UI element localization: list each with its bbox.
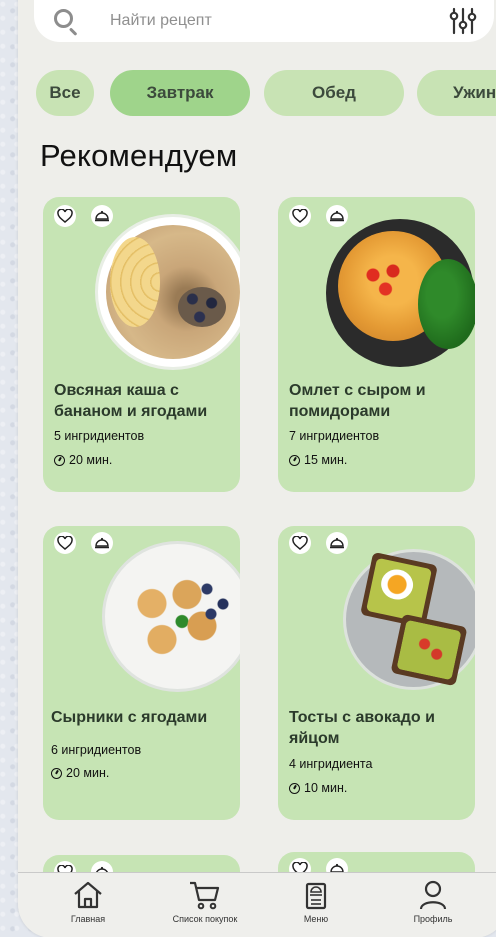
shopping-cart-icon: [190, 881, 220, 910]
recipe-title: Овсяная каша с бананом и ягодами: [54, 382, 208, 420]
home-icon: [74, 881, 102, 909]
cloche-icon[interactable]: [91, 205, 113, 227]
nav-home[interactable]: Главная: [43, 879, 133, 924]
clock-icon: [289, 782, 300, 794]
recipe-time: 20 мин.: [51, 766, 109, 780]
heart-icon[interactable]: [289, 205, 311, 227]
recipe-card[interactable]: Овсяная каша с бананом и ягодами 5 ингри…: [43, 197, 240, 492]
recipe-title: Омлет с сыром и помидорами: [289, 382, 426, 420]
recipe-time: 10 мин.: [289, 781, 347, 795]
recipe-title: Сырники с ягодами: [51, 709, 208, 726]
bottom-navigation: Главная Список покупок Меню Профиль: [18, 872, 496, 937]
chip-all[interactable]: Все: [36, 70, 94, 116]
recipe-title: Тосты с авокадо и яйцом: [289, 709, 435, 747]
cloche-icon[interactable]: [326, 532, 348, 554]
clock-icon: [51, 767, 62, 779]
nav-menu[interactable]: Меню: [271, 879, 361, 924]
recipe-ingredients: 7 ингридиентов: [289, 429, 380, 443]
search-bar[interactable]: [34, 0, 494, 42]
recipe-ingredients: 5 ингридиентов: [54, 429, 145, 443]
recipe-time: 15 мин.: [289, 453, 347, 467]
nav-home-label: Главная: [70, 914, 106, 924]
cloche-icon[interactable]: [91, 532, 113, 554]
chip-lunch[interactable]: Обед: [264, 70, 404, 116]
nav-shopping-list[interactable]: Список покупок: [160, 879, 250, 924]
user-icon: [419, 880, 447, 910]
nav-menu-label: Меню: [303, 914, 329, 924]
heart-icon[interactable]: [54, 532, 76, 554]
oatmeal-image: [98, 217, 240, 367]
app-screen: Все Завтрак Обед Ужин Рекомендуем Овсяна…: [18, 0, 496, 937]
syrniki-image: [105, 544, 240, 689]
omelette-image: [326, 219, 475, 367]
cloche-icon[interactable]: [326, 205, 348, 227]
clock-icon: [289, 454, 300, 466]
filter-sliders-icon[interactable]: [448, 6, 478, 36]
nav-profile[interactable]: Профиль: [388, 879, 478, 924]
heart-icon[interactable]: [54, 205, 76, 227]
clock-icon: [54, 454, 65, 466]
avocado-toast-image: [346, 551, 475, 687]
section-title: Рекомендуем: [40, 138, 238, 173]
nav-profile-label: Профиль: [413, 914, 453, 924]
recipe-ingredients: 6 ингридиентов: [51, 743, 142, 757]
recipe-ingredients: 4 ингридиента: [289, 757, 373, 771]
chip-dinner[interactable]: Ужин: [417, 70, 496, 116]
category-chips: Все Завтрак Обед Ужин: [36, 70, 496, 116]
recipe-card[interactable]: Омлет с сыром и помидорами 7 ингридиенто…: [278, 197, 475, 492]
recipe-time: 20 мин.: [54, 453, 112, 467]
recipe-card[interactable]: Сырники с ягодами 6 ингридиентов 20 мин.: [43, 526, 240, 820]
search-icon: [52, 7, 80, 36]
menu-book-icon: [305, 882, 327, 910]
heart-icon[interactable]: [289, 532, 311, 554]
nav-shopping-label: Список покупок: [172, 914, 238, 924]
chip-breakfast[interactable]: Завтрак: [110, 70, 250, 116]
search-input[interactable]: [110, 12, 448, 30]
recipe-card[interactable]: Тосты с авокадо и яйцом 4 ингридиента 10…: [278, 526, 475, 820]
